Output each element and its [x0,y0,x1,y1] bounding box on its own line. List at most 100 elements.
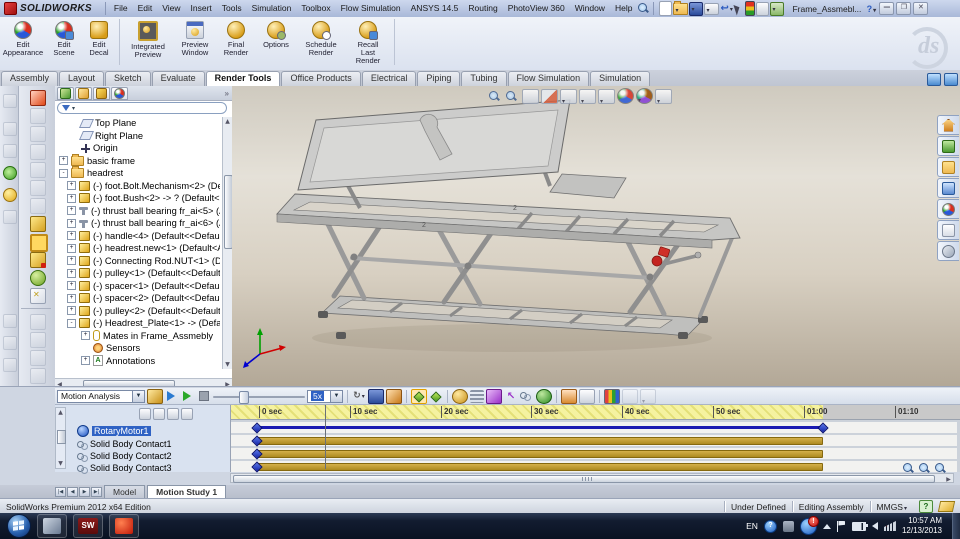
tree-item-label[interactable]: (-) foot.Bush<2> -> ? (Default<<De [93,193,220,203]
filter-results-icon[interactable] [181,408,193,420]
left-toolbar-icon-4[interactable] [3,166,17,180]
tree-item-label[interactable]: basic frame [87,156,135,166]
mate-icon[interactable] [30,216,46,232]
animation-wizard-icon[interactable] [386,388,402,404]
contact2-track-row[interactable] [231,448,957,460]
search-tab[interactable] [937,241,959,261]
play-icon[interactable] [181,390,195,403]
new-document-icon[interactable] [659,1,673,16]
tree-item-label[interactable]: (-) spacer<1> (Default<<Default> [93,281,220,291]
assembly-toolbar-icon-13[interactable] [30,314,46,330]
left-toolbar-icon-3[interactable] [3,144,17,158]
contact3-track-row[interactable] [231,461,957,473]
zoom-to-fit-icon[interactable] [488,90,503,103]
units-selector[interactable]: MMGS [871,502,913,512]
play-from-start-icon[interactable] [165,390,179,403]
menu-simulation[interactable]: Simulation [247,1,297,16]
propertymanager-tab[interactable] [75,86,92,100]
contact1-track-row[interactable] [231,435,957,447]
schedule-render-button[interactable]: Schedule Render [297,17,345,69]
expander-icon[interactable] [59,156,68,166]
assembly-toolbar-icon-3[interactable] [30,126,46,142]
spring-icon[interactable] [470,389,484,403]
open-icon[interactable] [673,0,689,15]
prev-tab-button[interactable]: ◀ [67,486,78,497]
file-explorer-tab[interactable] [937,157,959,177]
section-view-icon[interactable] [541,88,558,104]
expander-icon[interactable] [67,231,76,241]
tree-item-label[interactable]: Right Plane [95,131,143,141]
help-tray-icon[interactable]: ? [763,519,777,533]
autokey-icon[interactable] [411,388,427,404]
hide-show-items-icon[interactable] [598,88,615,104]
edit-scene-button[interactable]: Edit Scene [46,17,82,69]
expander-icon[interactable] [67,193,76,203]
left-toolbar-icon-5[interactable] [3,188,17,202]
menu-tools[interactable]: Tools [217,1,247,16]
featuremanager-tab[interactable] [57,86,74,100]
previous-view-icon[interactable] [522,88,539,104]
tree-item-label[interactable]: headrest [87,168,123,178]
custom-properties-tab[interactable] [937,220,959,240]
expander-icon[interactable] [81,356,90,366]
slider-thumb[interactable] [239,390,249,404]
key-diamond[interactable] [251,422,263,434]
assembly-toolbar-icon-14[interactable] [30,332,46,348]
action-reaction-icon[interactable]: ↖ [504,390,518,403]
tree-item-label[interactable]: (-) Headrest_Plate<1> -> (Default [93,318,220,328]
edit-component-icon[interactable] [30,90,46,106]
scroll-up-arrow[interactable]: ▲ [223,117,232,126]
expander-icon[interactable] [67,268,76,278]
assembly-toolbar-icon-15[interactable] [30,350,46,366]
show-hidden-icons-arrow[interactable] [822,523,831,529]
expander-icon[interactable] [67,218,76,228]
network-icon[interactable] [883,521,896,531]
assembly-toolbar-icon-6[interactable] [30,180,46,196]
left-toolbar-icon-7[interactable] [3,314,17,328]
edit-decal-button[interactable]: Edit Decal [82,17,116,69]
tab-piping[interactable]: Piping [417,71,461,86]
save-icon[interactable] [689,1,704,16]
restore-button[interactable]: ❐ [896,2,912,15]
expander-icon[interactable] [67,256,76,266]
expander-icon[interactable] [59,168,68,178]
tab-tubing[interactable]: Tubing [461,71,507,86]
edit-appearance-icon[interactable] [617,88,634,104]
model-tab[interactable]: Model [104,485,146,498]
playback-speed-combo[interactable]: 5x ▼ [307,389,343,403]
contact-icon[interactable] [520,390,534,403]
taskbar-clock[interactable]: 10:57 AM 12/13/2013 [902,516,942,536]
tab-render-tools[interactable]: Render Tools [205,71,281,86]
appearances-scenes-tab[interactable] [937,199,959,219]
help-icon[interactable]: ? [865,3,877,15]
study-type-combo[interactable]: Motion Analysis ▼ [57,389,145,403]
move-component-icon[interactable] [30,270,46,286]
motor-track-row[interactable] [231,422,957,434]
tree-item-label[interactable]: Top Plane [95,118,136,128]
tree-item-label[interactable]: Mates in Frame_Assmebly [103,331,213,341]
tree-item-label[interactable]: (-) pulley<2> (Default<<Default>_ [93,306,220,316]
tab-sketch[interactable]: Sketch [105,71,151,86]
render-options-button[interactable]: Options [255,17,297,69]
motion-item-label[interactable]: Solid Body Contact3 [90,463,172,473]
assembly-toolbar-icon-4[interactable] [30,144,46,160]
updates-tray-icon[interactable] [782,520,794,532]
design-library-tab[interactable] [937,136,959,156]
motion-study-properties-icon[interactable] [579,388,595,404]
left-toolbar-icon-9[interactable] [3,358,17,372]
contact-timeline-bar[interactable] [257,436,823,445]
tree-item-label[interactable]: (-) spacer<2> (Default<<Default> [93,293,220,303]
expander-icon[interactable] [67,181,76,191]
assembly-toolbar-icon-2[interactable] [30,108,46,124]
start-button[interactable] [7,514,31,538]
calculate-icon[interactable] [147,388,163,404]
timeline-ruler[interactable]: 0 sec 10 sec 20 sec 30 sec 40 sec 50 sec… [231,405,960,420]
menu-edit[interactable]: Edit [133,1,158,16]
tree-item-label[interactable]: Sensors [106,343,140,353]
display-style-icon[interactable] [579,88,596,104]
tree-item-label[interactable]: Origin [93,143,118,153]
tab-office-products[interactable]: Office Products [281,71,361,86]
results-chart-icon[interactable] [604,388,620,404]
tree-item-label[interactable]: Annotations [106,356,155,366]
motion-item-label[interactable]: Solid Body Contact2 [90,451,172,461]
